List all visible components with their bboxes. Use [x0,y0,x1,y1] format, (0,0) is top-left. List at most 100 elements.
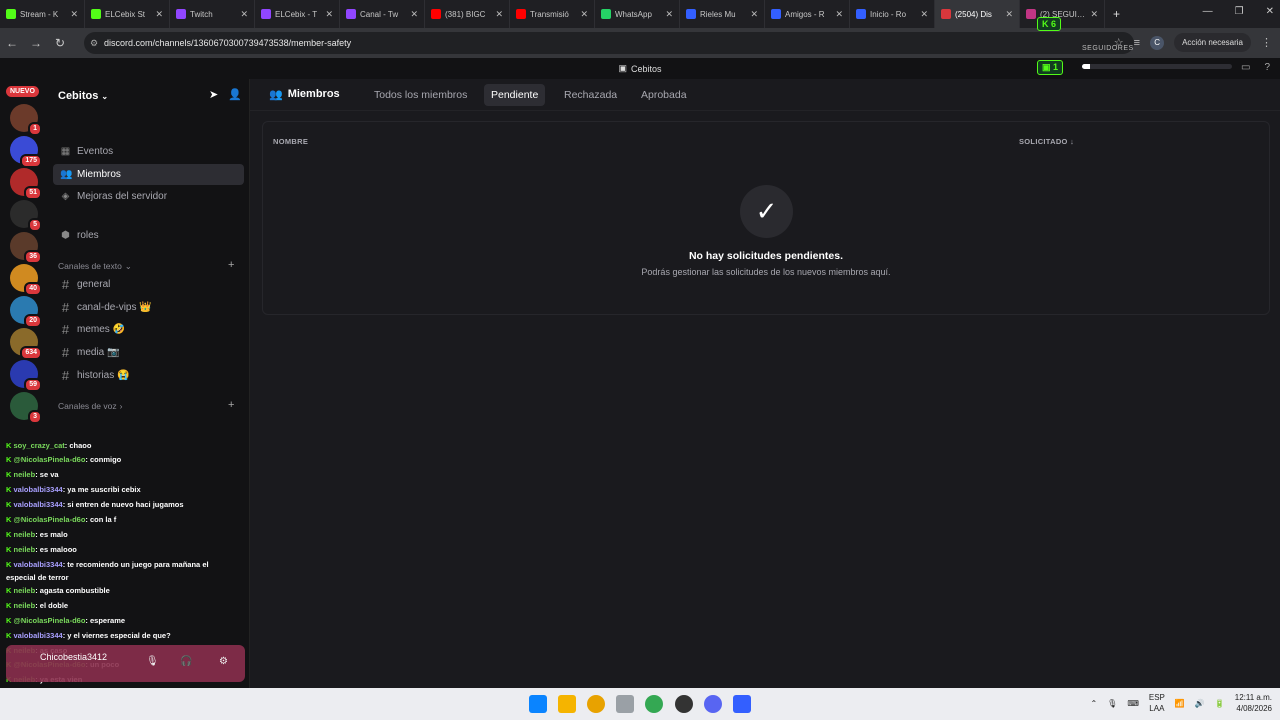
language-indicator[interactable]: ESP LAA [1149,692,1165,714]
obs-icon[interactable] [675,695,693,713]
tab-close-icon[interactable]: ✕ [835,9,843,20]
text-channel[interactable]: # memes 🤣 [53,319,244,340]
menu-dots-icon[interactable]: ⋮ [1261,36,1272,49]
clock[interactable]: 12:11 a.m. 4/08/2026 [1235,692,1272,714]
add-voice-channel-icon[interactable]: + [228,399,234,411]
browser-tab[interactable]: (2) SEGUIDORES✕ [1020,0,1105,28]
browser-tab[interactable]: (2504) Dis ✕ [935,0,1020,28]
settings-gear-icon[interactable]: ⚙ [219,656,228,667]
volume-icon[interactable]: 🔊 [1195,699,1205,708]
server-icon[interactable]: 634 [10,328,42,360]
sidebar-item-eventos[interactable]: ▦ Eventos [53,141,244,162]
mute-icon[interactable]: 🎙 [146,656,159,667]
tab-close-icon[interactable]: ✕ [580,9,588,20]
help-icon[interactable]: ? [1264,62,1270,73]
forward-icon[interactable]: → [24,36,48,50]
tab-todos-los-miembros[interactable]: Todos los miembros [367,84,474,106]
action-needed-button[interactable]: Acción necesaria [1174,33,1251,52]
server-name-button[interactable]: Cebitos ⌄ [58,90,108,102]
column-requested[interactable]: SOLICITADO ↓ [1019,137,1074,146]
url-field[interactable]: ⚙ discord.com/channels/13606703007394735… [84,32,1134,54]
maximize-icon[interactable]: ❐ [1235,6,1244,17]
browser-tab[interactable]: Amigos - R ✕ [765,0,850,28]
text-channel[interactable]: # media 📷 [53,342,244,363]
close-window-icon[interactable]: ✕ [1266,6,1274,17]
site-info-icon[interactable]: ⚙ [90,38,98,49]
members-header: 👥 Miembros • Todos los miembros Pendiente R… [250,79,1280,111]
browser-tab[interactable]: Inicio - Ro ✕ [850,0,935,28]
sidebar-item-mejoras[interactable]: ◈ Mejoras del servidor [53,186,244,207]
browser-tab[interactable]: WhatsApp ✕ [595,0,680,28]
tab-close-icon[interactable]: ✕ [325,9,333,20]
headset-icon[interactable]: 🎧 [180,656,192,667]
battery-icon[interactable]: 🔋 [1215,699,1225,708]
wifi-icon[interactable]: 📶 [1175,699,1185,708]
sidebar-item-roles[interactable]: ⬢ roles [53,225,244,246]
text-channels-category[interactable]: Canales de texto ⌄ [58,261,132,272]
username[interactable]: Chicobestia3412 [40,652,107,662]
new-tab-icon[interactable]: + [1105,7,1128,21]
server-icon[interactable]: 175 [10,136,42,168]
back-icon[interactable]: ← [0,36,24,50]
server-icon[interactable]: 40 [10,264,42,296]
reload-icon[interactable]: ↻ [48,36,72,50]
text-channel[interactable]: # canal-de-vips 👑 [53,297,244,318]
tab-close-icon[interactable]: ✕ [495,9,503,20]
tab-close-icon[interactable]: ✕ [1005,9,1013,20]
browser-tab[interactable]: Twitch ✕ [170,0,255,28]
tab-favicon-icon [856,9,866,19]
inbox-icon[interactable]: ▭ [1241,62,1250,73]
server-icon[interactable]: 51 [10,168,42,200]
invite-people-icon[interactable]: 👤 [228,88,242,101]
text-channel[interactable]: # general [53,274,244,295]
column-name[interactable]: NOMBRE [273,137,308,146]
file-explorer-icon[interactable] [558,695,576,713]
media-icon[interactable]: ≡ [1134,37,1140,49]
chat-message: K neileb: agasta combustible [6,586,110,595]
tab-pendiente[interactable]: Pendiente [484,84,546,106]
tab-label: ELCebix St [105,9,146,19]
server-icon[interactable]: 3 [10,392,42,424]
app-icon[interactable] [587,695,605,713]
chat-message: K neileb: es malooo [6,545,77,554]
chevron-up-icon[interactable]: ⌃ [1090,699,1097,708]
tab-label: (2504) Dis [955,9,992,19]
text-channel[interactable]: # historias 😭 [53,365,244,386]
chrome-icon[interactable] [645,695,663,713]
browser-tab[interactable]: Canal - Tw ✕ [340,0,425,28]
server-icon[interactable]: 36 [10,232,42,264]
sidebar-item-miembros[interactable]: 👥 Miembros [53,164,244,185]
tab-close-icon[interactable]: ✕ [1090,9,1098,20]
server-icon[interactable]: 1 [10,104,42,136]
browser-tab[interactable]: Transmisió ✕ [510,0,595,28]
tab-close-icon[interactable]: ✕ [920,9,928,20]
tab-close-icon[interactable]: ✕ [155,9,163,20]
roblox-icon[interactable] [733,695,751,713]
tab-rechazada[interactable]: Rechazada [557,84,624,106]
tab-close-icon[interactable]: ✕ [70,9,78,20]
browser-tab[interactable]: ELCebix - T ✕ [255,0,340,28]
mouse-app-icon[interactable] [616,695,634,713]
browser-tab[interactable]: (381) BIGC ✕ [425,0,510,28]
start-icon[interactable] [529,695,547,713]
browser-tab[interactable]: Rieles Mu ✕ [680,0,765,28]
tab-aprobada[interactable]: Aprobada [634,84,694,106]
server-icon[interactable]: 59 [10,360,42,392]
keyboard-icon[interactable]: ⌨ [1127,699,1139,708]
add-text-channel-icon[interactable]: + [228,259,234,271]
tab-close-icon[interactable]: ✕ [750,9,758,20]
server-icon[interactable]: 20 [10,296,42,328]
discord-icon[interactable] [704,695,722,713]
tab-close-icon[interactable]: ✕ [410,9,418,20]
empty-title: No hay solicitudes pendientes. [688,250,844,262]
tab-close-icon[interactable]: ✕ [665,9,673,20]
channel-sidebar: Cebitos ⌄ ➤ 👤 ▦ Eventos 👥 Miembros ◈ Mejoras … [50,79,250,688]
minimize-icon[interactable]: — [1203,6,1213,17]
voice-channels-category[interactable]: Canales de voz › [58,401,122,411]
mic-icon[interactable]: 🎙 [1107,699,1117,708]
tab-close-icon[interactable]: ✕ [240,9,248,20]
profile-avatar[interactable]: C [1150,35,1165,50]
browser-tab[interactable]: ELCebix St ✕ [85,0,170,28]
browser-tab[interactable]: Stream - K ✕ [0,0,85,28]
server-icon[interactable]: 5 [10,200,42,232]
